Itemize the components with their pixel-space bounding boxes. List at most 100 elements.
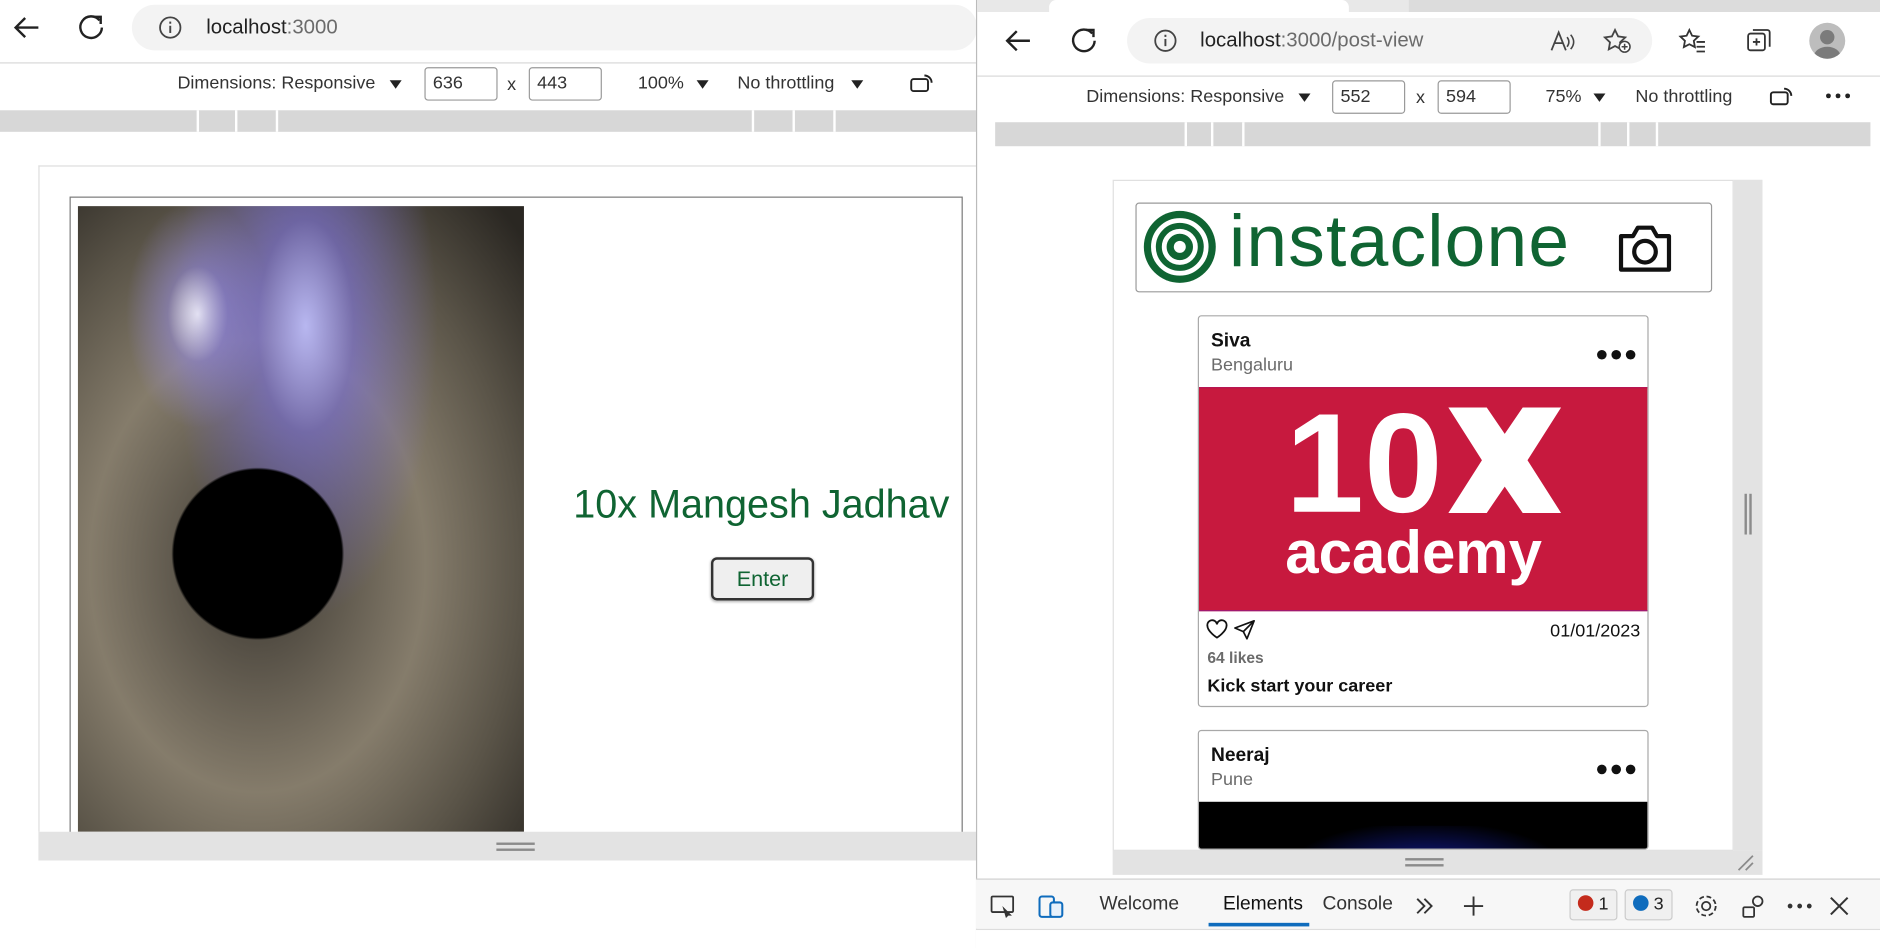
error-count: 1	[1598, 894, 1609, 915]
avatar-body	[1814, 46, 1841, 59]
back-arrow-icon[interactable]	[12, 14, 41, 40]
post-location: Pune	[1210, 769, 1253, 790]
post-card: Neeraj Pune	[1197, 729, 1649, 850]
post-image: 10 academy	[1198, 387, 1648, 612]
info-icon[interactable]	[158, 16, 182, 40]
landing-title: 10x Mangesh Jadhav	[573, 481, 950, 527]
grip-icon	[1744, 493, 1747, 535]
add-tab-plus-icon[interactable]	[1462, 894, 1486, 918]
x-mark-icon	[1448, 407, 1562, 513]
like-heart-icon[interactable]	[1205, 618, 1229, 640]
post-image-logo-bottom: academy	[1285, 518, 1542, 587]
post-author: Neeraj	[1210, 745, 1270, 766]
message-count: 3	[1653, 894, 1664, 915]
left-address-bar[interactable]: localhost:3000	[131, 4, 978, 51]
media-query-ruler[interactable]	[0, 110, 978, 132]
throttling-label: No throttling	[737, 73, 835, 94]
resize-corner-icon[interactable]	[1736, 853, 1755, 872]
chevron-down-icon	[389, 79, 402, 89]
dimensions-dropdown[interactable]: Dimensions: Responsive	[1086, 86, 1311, 107]
chevron-down-icon	[851, 79, 864, 89]
chevron-down-icon	[1298, 92, 1311, 102]
inactive-tab[interactable]	[1408, 0, 1880, 12]
post-image	[1198, 801, 1648, 849]
camera-icon[interactable]	[1616, 219, 1674, 277]
back-arrow-icon[interactable]	[1004, 28, 1033, 54]
media-query-ruler[interactable]	[995, 122, 1871, 147]
viewport-width-handle[interactable]	[1733, 179, 1763, 851]
messages-badge[interactable]: 3	[1624, 889, 1672, 921]
more-tabs-chevron-icon[interactable]	[1415, 896, 1434, 915]
settings-gear-icon[interactable]	[1693, 893, 1719, 919]
tab-elements[interactable]: Elements	[1223, 894, 1303, 916]
devtools-panel-tabs: Welcome Elements Console 1 3	[975, 878, 1880, 929]
viewport-height-handle[interactable]	[1112, 850, 1763, 875]
url-host: localhost	[1200, 28, 1281, 52]
favorites-icon[interactable]	[1678, 27, 1708, 54]
grip-icon	[1405, 858, 1444, 861]
right-url-text: localhost:3000/post-view	[1200, 29, 1423, 53]
viewport-resize-handle[interactable]	[38, 831, 978, 861]
width-input[interactable]: 552	[1332, 80, 1406, 114]
zoom-label: 100%	[637, 73, 684, 94]
enter-button[interactable]: Enter	[710, 557, 815, 601]
tab-console[interactable]: Console	[1322, 894, 1392, 916]
more-options-icon[interactable]	[1786, 902, 1812, 909]
more-options-icon[interactable]	[1597, 764, 1636, 775]
tab-welcome[interactable]: Welcome	[1099, 894, 1179, 916]
zoom-label: 75%	[1545, 86, 1582, 107]
zoom-dropdown[interactable]: 75%	[1545, 86, 1606, 107]
left-device-toolbar: Dimensions: Responsive 636 x 443 100% No…	[0, 62, 978, 105]
devtools-panel-body	[975, 928, 1880, 948]
post-author: Siva	[1210, 330, 1251, 352]
device-emulation-icon[interactable]	[1038, 893, 1067, 919]
throttling-label[interactable]: No throttling	[1635, 86, 1732, 106]
grip-icon	[1749, 493, 1752, 535]
rotate-device-icon[interactable]	[1768, 85, 1794, 109]
refresh-icon[interactable]	[1069, 26, 1098, 55]
app-brand-name: instaclone	[1228, 200, 1571, 282]
post-likes: 64 likes	[1207, 648, 1264, 667]
rotate-device-icon[interactable]	[909, 72, 935, 96]
customize-devtools-icon[interactable]	[1741, 893, 1767, 919]
close-icon[interactable]	[1828, 895, 1850, 917]
grip-icon	[1405, 864, 1444, 867]
grip-icon	[496, 848, 535, 851]
throttling-dropdown[interactable]: No throttling	[737, 73, 864, 94]
post-card: Siva Bengaluru 10 academy 01/01/2023 64 …	[1197, 315, 1649, 708]
dimension-separator: x	[1415, 87, 1425, 108]
height-input[interactable]: 594	[1437, 80, 1511, 114]
profile-avatar[interactable]	[1809, 22, 1846, 59]
info-icon[interactable]	[1153, 29, 1177, 53]
post-description: Kick start your career	[1207, 675, 1393, 697]
inspect-element-icon[interactable]	[990, 894, 1016, 919]
dimensions-label: Dimensions: Responsive	[177, 73, 376, 94]
height-input[interactable]: 443	[528, 67, 602, 101]
post-image-glow	[1294, 825, 1559, 849]
grip-icon	[496, 842, 535, 845]
active-tab[interactable]	[1049, 0, 1349, 12]
add-favorite-icon[interactable]	[1603, 27, 1632, 54]
refresh-icon[interactable]	[77, 13, 106, 42]
avatar-head	[1820, 29, 1835, 45]
collections-icon[interactable]	[1745, 26, 1774, 55]
active-tab-indicator	[1208, 922, 1310, 927]
chevron-down-icon	[1593, 92, 1606, 102]
post-location: Bengaluru	[1210, 354, 1293, 376]
more-options-icon[interactable]	[1597, 349, 1636, 360]
more-options-icon[interactable]	[1825, 92, 1851, 99]
dimension-separator: x	[507, 74, 517, 95]
post-date: 01/01/2023	[1550, 620, 1641, 642]
share-send-icon[interactable]	[1233, 618, 1257, 640]
zoom-dropdown[interactable]: 100%	[637, 73, 709, 94]
right-address-bar[interactable]: localhost:3000/post-view	[1127, 17, 1653, 64]
left-address-toolbar: localhost:3000	[0, 0, 978, 56]
left-url-text: localhost:3000	[206, 16, 337, 40]
dimensions-dropdown[interactable]: Dimensions: Responsive	[177, 73, 402, 93]
width-input[interactable]: 636	[424, 67, 498, 101]
read-aloud-icon[interactable]	[1549, 29, 1575, 53]
error-icon	[1577, 895, 1594, 911]
tab-strip	[977, 0, 1880, 12]
app-logo-icon[interactable]	[1143, 210, 1217, 284]
errors-badge[interactable]: 1	[1569, 889, 1617, 921]
